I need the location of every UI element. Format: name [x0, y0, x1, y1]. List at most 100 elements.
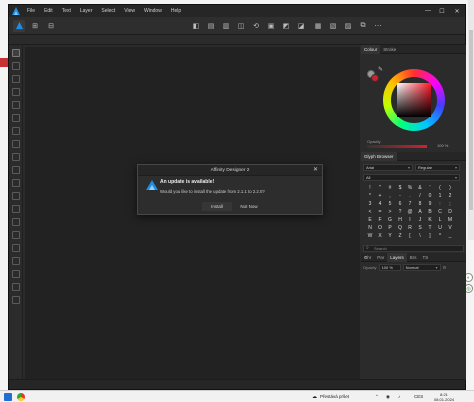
- slice-tool-icon[interactable]: [12, 244, 20, 252]
- designer-persona-button[interactable]: [13, 19, 25, 32]
- flip-icon[interactable]: ◫: [235, 20, 247, 32]
- insert-target-icon[interactable]: ▦: [312, 20, 324, 32]
- menu-text[interactable]: Text: [62, 8, 71, 14]
- pixel-persona-icon[interactable]: ⊞: [29, 20, 41, 32]
- glyph-cell[interactable]: 4: [375, 200, 385, 208]
- more-icon[interactable]: ⋯: [372, 20, 384, 32]
- shape-tool-icon[interactable]: [12, 270, 20, 278]
- glyph-cell[interactable]: Z: [395, 232, 405, 240]
- glyph-cell[interactable]: ,: [385, 192, 395, 200]
- glyph-cell[interactable]: _: [445, 232, 455, 240]
- glyph-cell[interactable]: B: [425, 208, 435, 216]
- glyph-cell[interactable]: A: [415, 208, 425, 216]
- opacity-slider[interactable]: [367, 145, 427, 148]
- network-icon[interactable]: ◉: [386, 391, 390, 402]
- colour-wheel[interactable]: [383, 69, 445, 131]
- glyph-cell[interactable]: 9: [425, 200, 435, 208]
- glyph-cell[interactable]: &: [415, 184, 425, 192]
- dialog-close-button[interactable]: ✕: [313, 165, 318, 176]
- glyph-cell[interactable]: ;: [445, 200, 455, 208]
- glyph-cell[interactable]: $: [395, 184, 405, 192]
- glyph-cell[interactable]: 7: [405, 200, 415, 208]
- glyph-cell[interactable]: [: [405, 232, 415, 240]
- glyph-cell[interactable]: ]: [425, 232, 435, 240]
- glyph-cell[interactable]: ?: [395, 208, 405, 216]
- glyph-cell[interactable]: D: [445, 208, 455, 216]
- glyph-cell[interactable]: Q: [395, 224, 405, 232]
- colour-saturation-square[interactable]: [397, 83, 431, 117]
- glyph-cell[interactable]: N: [365, 224, 375, 232]
- background-scrollbar[interactable]: [468, 0, 474, 240]
- start-icon[interactable]: [4, 393, 12, 401]
- insert-behind-icon[interactable]: ▨: [342, 20, 354, 32]
- rectangle-tool-icon[interactable]: [12, 153, 20, 161]
- brush-tool-icon[interactable]: [12, 114, 20, 122]
- glyph-cell[interactable]: 0: [425, 192, 435, 200]
- glyph-cell[interactable]: ^: [435, 232, 445, 240]
- glyph-cell[interactable]: J: [415, 216, 425, 224]
- export-persona-icon[interactable]: ⊟: [45, 20, 57, 32]
- color-swatches-icon[interactable]: [12, 296, 20, 304]
- not-now-button[interactable]: Not Now: [234, 202, 264, 211]
- align-icon[interactable]: ▤: [205, 20, 217, 32]
- glyph-cell[interactable]: (: [435, 184, 445, 192]
- fill-tool-icon[interactable]: [12, 127, 20, 135]
- glyph-cell[interactable]: P: [385, 224, 395, 232]
- eyedropper-tool-icon[interactable]: [12, 205, 20, 213]
- glyph-cell[interactable]: R: [405, 224, 415, 232]
- glyph-cell[interactable]: 1: [435, 192, 445, 200]
- glyph-cell[interactable]: G: [385, 216, 395, 224]
- glyph-cell[interactable]: 2: [445, 192, 455, 200]
- snap-icon[interactable]: ◧: [190, 20, 202, 32]
- knife-tool-icon[interactable]: [12, 283, 20, 291]
- glyph-settings-icon[interactable]: ⚙: [364, 255, 368, 260]
- view-tool-icon[interactable]: [12, 231, 20, 239]
- glyph-cell[interactable]: 5: [385, 200, 395, 208]
- glyph-cell[interactable]: ": [375, 184, 385, 192]
- glyph-cell[interactable]: M: [445, 216, 455, 224]
- glyph-cell[interactable]: S: [415, 224, 425, 232]
- font-family-select[interactable]: Arial ▾: [363, 164, 413, 171]
- glyph-cell[interactable]: F: [375, 216, 385, 224]
- glyph-cell[interactable]: .: [405, 192, 415, 200]
- glyph-cell[interactable]: >: [385, 208, 395, 216]
- arrange-icon[interactable]: ▥: [220, 20, 232, 32]
- fill-swatch[interactable]: [371, 74, 379, 82]
- menu-layer[interactable]: Layer: [80, 8, 93, 14]
- scrollbar-thumb[interactable]: [469, 30, 473, 210]
- glyph-cell[interactable]: ': [425, 184, 435, 192]
- tab-stroke[interactable]: Stroke: [380, 45, 399, 54]
- glyph-cell[interactable]: O: [375, 224, 385, 232]
- opacity-value[interactable]: 100 %: [437, 143, 448, 148]
- pen-tool-icon[interactable]: [12, 88, 20, 96]
- glyph-cell[interactable]: W: [365, 232, 375, 240]
- ellipse-tool-icon[interactable]: [12, 166, 20, 174]
- glyph-cell[interactable]: #: [385, 184, 395, 192]
- volume-icon[interactable]: ♪: [398, 391, 400, 402]
- move-tool-icon[interactable]: [12, 49, 20, 57]
- glyph-cell[interactable]: :: [435, 200, 445, 208]
- layer-lock-icon[interactable]: ⚙: [443, 265, 447, 270]
- snapping-toggle-icon[interactable]: ⧉: [357, 20, 369, 32]
- menu-help[interactable]: Help: [171, 8, 181, 14]
- rotate-icon[interactable]: ⟲: [250, 20, 262, 32]
- glyph-cell[interactable]: *: [365, 192, 375, 200]
- glyph-cell[interactable]: C: [435, 208, 445, 216]
- glyph-search-input[interactable]: ⌕ Search: [363, 245, 464, 252]
- tray-chevron-icon[interactable]: ⌃: [375, 391, 379, 402]
- font-style-select[interactable]: Regular ▾: [415, 164, 460, 171]
- glyph-cell[interactable]: \: [415, 232, 425, 240]
- maximize-button[interactable]: ☐: [435, 5, 449, 17]
- menu-select[interactable]: Select: [101, 8, 115, 14]
- blend-mode-select[interactable]: Normal ▾: [402, 264, 441, 271]
- layers-list[interactable]: [361, 273, 466, 377]
- glyph-cell[interactable]: Y: [385, 232, 395, 240]
- transparency-tool-icon[interactable]: [12, 140, 20, 148]
- text-tool-icon[interactable]: [12, 179, 20, 187]
- glyph-cell[interactable]: H: [395, 216, 405, 224]
- node-tool-icon[interactable]: [12, 62, 20, 70]
- glyph-cell[interactable]: X: [375, 232, 385, 240]
- glyph-cell[interactable]: =: [375, 208, 385, 216]
- glyph-cell[interactable]: E: [365, 216, 375, 224]
- boolean-add-icon[interactable]: ▣: [265, 20, 277, 32]
